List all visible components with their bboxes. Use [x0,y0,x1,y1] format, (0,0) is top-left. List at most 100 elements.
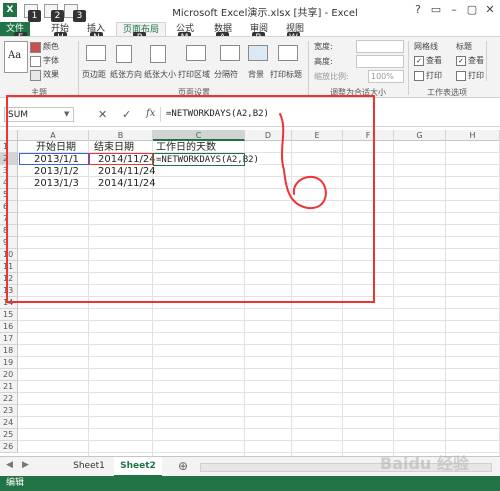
background-button[interactable]: 背景 [246,41,268,81]
row-header-25[interactable]: 25 [0,429,18,441]
separator [78,41,79,95]
sheet-tab-sheet2[interactable]: Sheet2 [114,457,162,477]
add-sheet-icon[interactable]: ⊕ [178,459,188,473]
background-icon [248,45,268,61]
colors-icon [30,42,41,53]
scale-input[interactable]: 100% [368,70,404,83]
print-titles-button[interactable]: 打印标题 [270,41,306,81]
size-button[interactable]: 纸张大小 [144,41,176,81]
theme-fonts-button[interactable]: 字体 [30,55,74,67]
print-titles-icon [278,45,298,61]
sheet-nav-next-icon[interactable]: ▶ [22,460,29,470]
themes-button[interactable]: Aa [4,41,28,73]
row-header-19[interactable]: 19 [0,357,18,369]
row-header-15[interactable]: 15 [0,309,18,321]
gridline-horizontal [18,452,500,453]
breaks-icon [220,45,240,61]
gridlines-heading: 网格线 [414,42,438,51]
fonts-label: 字体 [43,56,59,65]
gridline-horizontal [18,428,500,429]
height-dropdown[interactable] [356,55,404,68]
title-bar: X 1 2 3 Microsoft Excel演示.xlsx [共享] - Ex… [0,0,500,23]
scale-value: 100% [371,72,394,81]
gridline-horizontal [18,308,500,309]
orientation-label: 纸张方向 [110,70,142,79]
gridline-horizontal [18,392,500,393]
window-title: Microsoft Excel演示.xlsx [共享] - Excel [172,8,358,19]
keytip-2: 2 [51,10,64,22]
sheet-nav-prev-icon[interactable]: ◀ [6,460,13,470]
watermark: Baidu 经验 [380,454,469,473]
gridlines-view-label: 查看 [426,56,442,65]
column-header-g[interactable]: G [394,130,446,141]
annotation-freehand-circle [279,113,327,210]
row-header-16[interactable]: 16 [0,321,18,333]
fonts-icon [30,56,41,67]
row-header-17[interactable]: 17 [0,333,18,345]
separator [408,41,409,95]
theme-colors-button[interactable]: 颜色 [30,41,74,53]
headings-heading: 标题 [456,42,472,51]
print-area-label: 打印区域 [178,70,210,79]
size-icon [150,45,166,63]
gridline-horizontal [18,356,500,357]
row-header-26[interactable]: 26 [0,441,18,453]
gridline-horizontal [18,440,500,441]
width-dropdown[interactable] [356,40,404,53]
maximize-button[interactable]: ▢ [464,3,480,17]
row-header-23[interactable]: 23 [0,405,18,417]
status-mode: 编辑 [6,478,25,488]
scale-label: 缩放比例: [314,72,349,81]
gridline-horizontal [18,380,500,381]
theme-effects-button[interactable]: 效果 [30,69,74,81]
ribbon-display-button[interactable]: ▭ [428,3,444,17]
group-sheet-options-label: 工作表选项 [427,88,467,97]
print-area-icon [186,45,206,61]
gridlines-print-checkbox[interactable] [414,71,424,81]
orientation-button[interactable]: 纸张方向 [110,41,142,81]
headings-print-checkbox[interactable] [456,71,466,81]
background-label: 背景 [248,70,264,79]
breaks-button[interactable]: 分隔符 [214,41,244,81]
gridline-horizontal [18,344,500,345]
gridline-horizontal [18,332,500,333]
row-header-20[interactable]: 20 [0,369,18,381]
print-titles-label: 打印标题 [270,70,302,79]
margins-label: 页边距 [82,70,106,79]
margins-icon [86,45,106,61]
headings-view-label: 查看 [468,56,484,65]
row-header-18[interactable]: 18 [0,345,18,357]
sheet-tab-sheet1[interactable]: Sheet1 [66,457,112,475]
row-header-24[interactable]: 24 [0,417,18,429]
gridline-horizontal [18,404,500,405]
colors-label: 颜色 [43,42,59,51]
width-label: 宽度: [314,42,333,51]
gridline-horizontal [18,320,500,321]
column-header-h[interactable]: H [446,130,500,141]
headings-view-checkbox[interactable]: ✓ [456,56,466,66]
separator [308,41,309,95]
row-header-22[interactable]: 22 [0,393,18,405]
gridlines-view-checkbox[interactable]: ✓ [414,56,424,66]
margins-button[interactable]: 页边距 [82,41,110,81]
effects-label: 效果 [43,70,59,79]
size-label: 纸张大小 [144,70,176,79]
keytip-1: 1 [28,10,41,22]
ribbon: Aa 颜色 字体 效果 主题 页边距 纸张方向 纸张大小 打印区域 分隔符 背景 [0,36,500,98]
excel-logo-icon: X [3,3,17,17]
themes-label: Aa [8,50,22,61]
height-label: 高度: [314,57,333,66]
gridline-horizontal [18,416,500,417]
keytip-3: 3 [73,10,86,22]
row-header-21[interactable]: 21 [0,381,18,393]
breaks-label: 分隔符 [214,70,238,79]
help-button[interactable]: ? [410,3,426,17]
gridline-horizontal [18,368,500,369]
minimize-button[interactable]: – [446,3,462,17]
status-bar: 编辑 Baidu 经验 [0,456,500,491]
gridlines-print-label: 打印 [426,71,442,80]
orientation-icon [116,45,132,63]
arrange-group-collapsed[interactable] [486,41,499,81]
print-area-button[interactable]: 打印区域 [178,41,212,81]
close-button[interactable]: ✕ [482,3,498,17]
